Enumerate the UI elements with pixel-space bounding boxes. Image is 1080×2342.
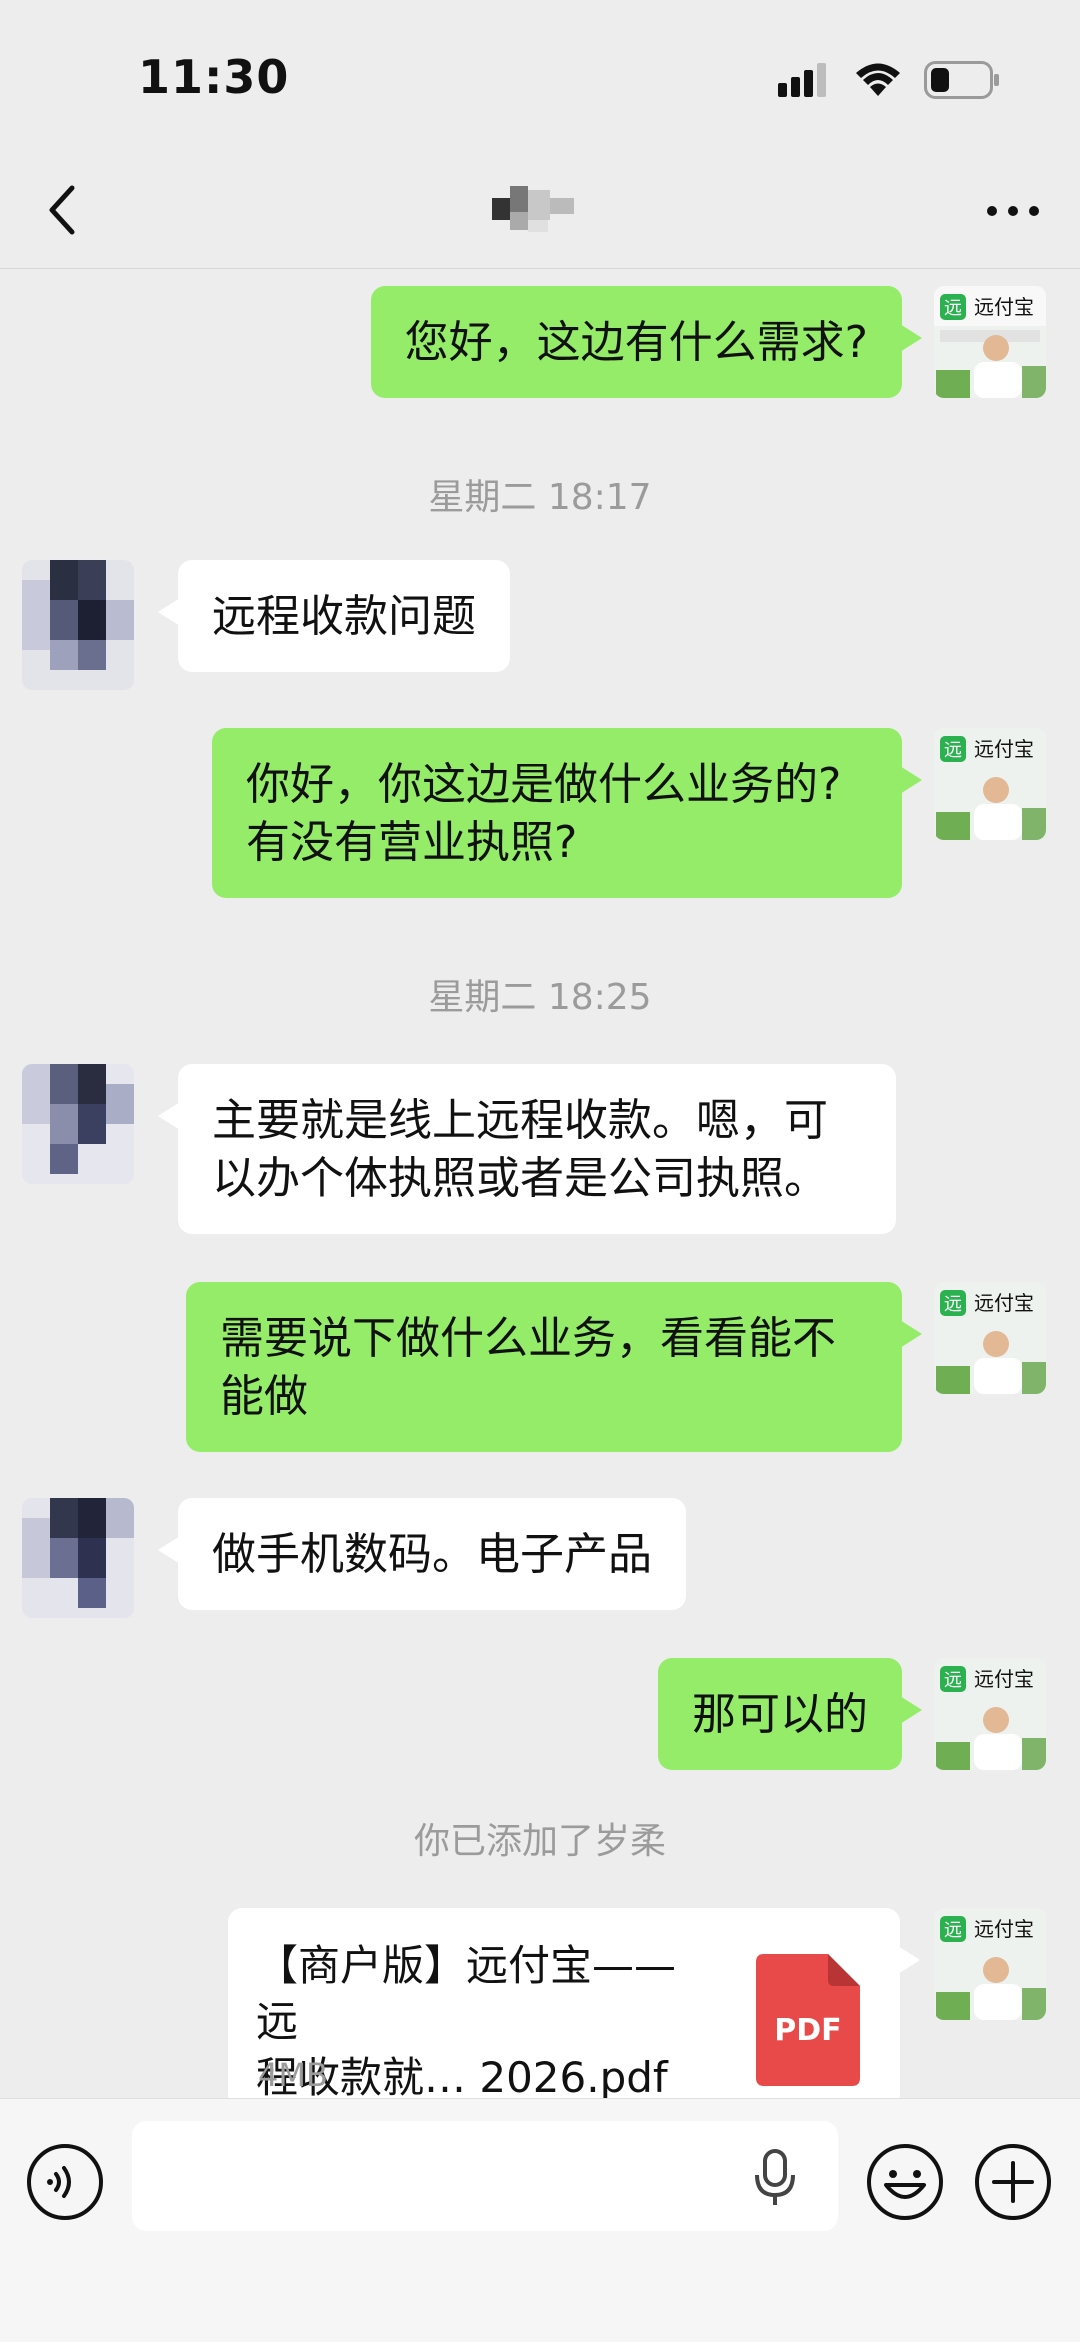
back-icon[interactable] xyxy=(34,180,94,240)
contact-name-pixelated xyxy=(492,186,574,232)
message-bubble[interactable]: 那可以的 xyxy=(658,1658,922,1770)
svg-text:远: 远 xyxy=(944,1920,962,1941)
file-card[interactable]: 【商户版】远付宝——远 程收款就… 2026.pdf 4MB PDF xyxy=(228,1908,920,2098)
pdf-file-icon: PDF xyxy=(756,1954,860,2086)
svg-text:远: 远 xyxy=(944,1294,962,1315)
contact-avatar[interactable] xyxy=(22,560,134,690)
svg-text:远: 远 xyxy=(944,740,962,761)
message-bubble[interactable]: 你好，你这边是做什么业务的? 有没有营业执照? xyxy=(212,728,922,898)
message-list[interactable]: 您好，这边有什么需求? 远 远付宝 星期二 18:17 远程收款问题 你好，你这… xyxy=(0,268,1080,2098)
svg-text:远: 远 xyxy=(944,298,962,319)
own-avatar-image: 远 远付宝 xyxy=(934,1282,1046,1394)
svg-text:远: 远 xyxy=(944,1670,962,1691)
own-avatar[interactable]: 远 远付宝 xyxy=(934,286,1046,398)
microphone-icon[interactable] xyxy=(750,2147,800,2209)
contact-avatar[interactable] xyxy=(22,1498,134,1618)
own-avatar-image: 远 远付宝 xyxy=(934,1908,1046,2020)
contact-avatar[interactable] xyxy=(22,1064,134,1184)
status-bar: 11:30 xyxy=(0,0,1080,150)
voice-icon[interactable] xyxy=(26,2143,104,2221)
signal-icon xyxy=(778,63,826,97)
message-bubble[interactable]: 需要说下做什么业务，看看能不 能做 xyxy=(186,1282,922,1452)
message-bubble[interactable]: 做手机数码。电子产品 xyxy=(158,1498,686,1610)
emoji-icon[interactable] xyxy=(866,2143,944,2221)
timestamp: 星期二 18:25 xyxy=(428,977,652,1018)
message-bubble[interactable]: 您好，这边有什么需求? xyxy=(370,286,923,398)
svg-text:远付宝: 远付宝 xyxy=(974,737,1034,761)
message-bubble[interactable]: 远程收款问题 xyxy=(158,560,510,672)
battery-icon xyxy=(924,61,999,99)
svg-text:远付宝: 远付宝 xyxy=(974,1917,1034,1941)
svg-text:远付宝: 远付宝 xyxy=(974,295,1034,319)
own-avatar[interactable]: 远 远付宝 xyxy=(934,1908,1046,2020)
message-bubble[interactable]: 主要就是线上远程收款。嗯，可 以办个体执照或者是公司执照。 xyxy=(158,1064,896,1234)
status-time: 11:30 xyxy=(138,50,290,104)
contact-avatar-pixelated xyxy=(22,560,134,690)
own-avatar-image: 远 远付宝 xyxy=(934,1658,1046,1770)
own-avatar-image: 远 远付宝 xyxy=(934,728,1046,840)
input-bar xyxy=(0,2098,1080,2342)
svg-text:远付宝: 远付宝 xyxy=(974,1291,1034,1315)
own-avatar[interactable]: 远 远付宝 xyxy=(934,1658,1046,1770)
contact-avatar-pixelated xyxy=(22,1064,134,1184)
own-avatar-image: 远 远付宝 xyxy=(934,286,1046,398)
more-icon[interactable] xyxy=(978,186,1048,236)
contact-avatar-pixelated xyxy=(22,1498,134,1618)
status-icons xyxy=(778,58,1000,102)
chat-header xyxy=(0,150,1080,269)
timestamp: 星期二 18:17 xyxy=(428,477,652,518)
wifi-icon xyxy=(856,63,900,96)
svg-text:PDF: PDF xyxy=(774,2013,841,2048)
svg-text:远付宝: 远付宝 xyxy=(974,1667,1034,1691)
own-avatar[interactable]: 远 远付宝 xyxy=(934,1282,1046,1394)
plus-icon[interactable] xyxy=(974,2143,1052,2221)
system-notice: 你已添加了岁柔 xyxy=(413,1821,666,1862)
message-input[interactable] xyxy=(132,2121,838,2231)
own-avatar[interactable]: 远 远付宝 xyxy=(934,728,1046,840)
file-size: 4MB xyxy=(258,2056,328,2094)
